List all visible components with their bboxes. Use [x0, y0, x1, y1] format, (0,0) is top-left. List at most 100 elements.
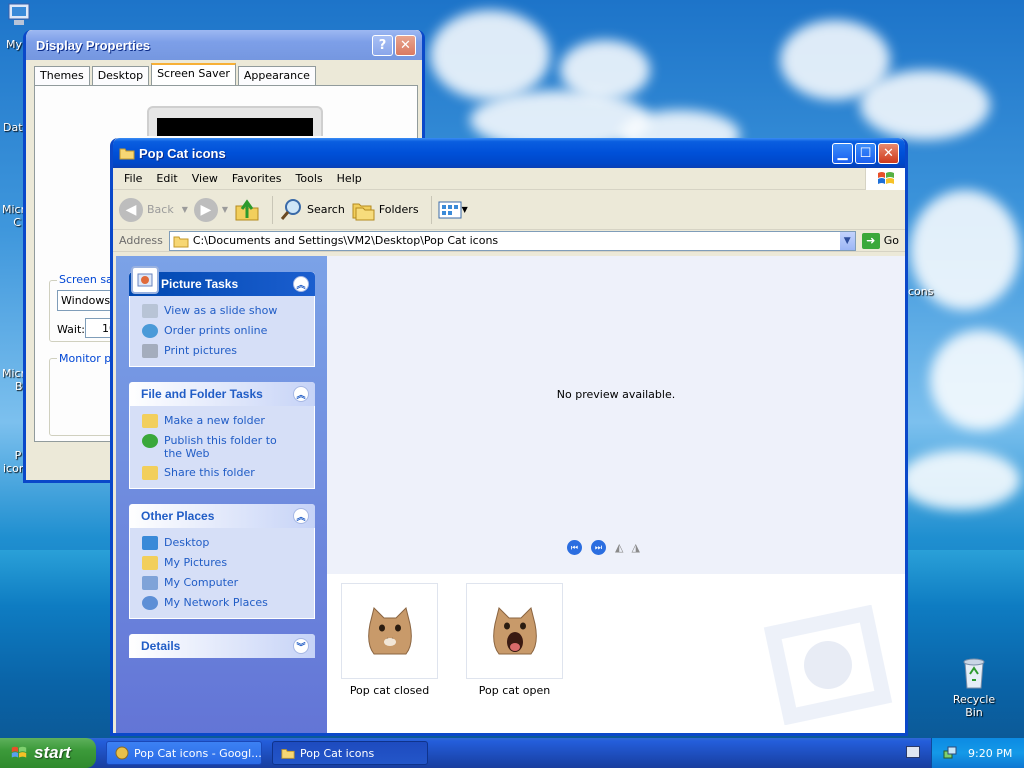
- task-make-new-folder[interactable]: Make a new folder: [142, 414, 306, 428]
- cloud: [930, 330, 1024, 430]
- task-share-folder[interactable]: Share this folder: [142, 466, 306, 480]
- collapse-icon[interactable]: ︽: [293, 386, 309, 402]
- search-button[interactable]: Search: [279, 198, 345, 222]
- screen-saver-select[interactable]: Windows X: [57, 290, 117, 311]
- search-icon: [280, 198, 302, 220]
- views-icon: [438, 201, 462, 218]
- desktop-icon: [142, 536, 158, 550]
- address-input[interactable]: C:\Documents and Settings\VM2\Desktop\Po…: [168, 230, 856, 251]
- picture-tasks-icon: [131, 266, 159, 294]
- desktop-icon-label: cons: [908, 285, 934, 298]
- menu-edit[interactable]: Edit: [149, 172, 184, 185]
- details-title: Details: [141, 639, 181, 653]
- printer-icon: [142, 344, 158, 358]
- desktop-icon-label: Micr B: [2, 367, 26, 393]
- help-button[interactable]: ?: [372, 34, 393, 56]
- close-button[interactable]: ✕: [395, 34, 416, 56]
- clock[interactable]: 9:20 PM: [968, 747, 1012, 760]
- forward-button[interactable]: ▶ ▼: [193, 197, 228, 222]
- thumbnail-list: Pop cat closed Pop cat open: [341, 583, 591, 697]
- menu-view[interactable]: View: [185, 172, 225, 185]
- menu-bar: File Edit View Favorites Tools Help: [113, 168, 905, 190]
- picture-tasks-header[interactable]: Picture Tasks ︽: [129, 266, 315, 296]
- tab-desktop[interactable]: Desktop: [91, 66, 150, 85]
- tab-themes[interactable]: Themes: [34, 66, 90, 85]
- display-properties-titlebar[interactable]: Display Properties ? ✕: [26, 30, 422, 60]
- other-places-header[interactable]: Other Places ︽: [129, 504, 315, 528]
- file-name: Pop cat open: [478, 684, 551, 697]
- go-arrow-icon: ➜: [861, 232, 880, 249]
- place-my-pictures[interactable]: My Pictures: [142, 556, 306, 570]
- cloud: [560, 40, 650, 100]
- menu-tools[interactable]: Tools: [289, 172, 330, 185]
- order-prints-icon: [142, 324, 158, 338]
- tab-appearance[interactable]: Appearance: [237, 66, 316, 85]
- file-item[interactable]: Pop cat closed: [341, 583, 438, 697]
- back-button[interactable]: ◀ Back ▼: [119, 197, 188, 222]
- file-folder-tasks-body: Make a new folder Publish this folder to…: [129, 406, 315, 489]
- task-slide-show[interactable]: View as a slide show: [142, 304, 306, 318]
- task-label: Print pictures: [164, 344, 237, 357]
- folder-up-icon: [235, 198, 259, 220]
- folders-button[interactable]: Folders: [351, 199, 419, 221]
- details-header[interactable]: Details ︾: [129, 634, 315, 658]
- place-my-computer[interactable]: My Computer: [142, 576, 306, 590]
- collapse-icon[interactable]: ︽: [293, 508, 309, 524]
- recycle-bin-icon: [963, 658, 985, 689]
- desktop-icon-recycle-bin[interactable]: Recycle Bin: [944, 656, 1004, 719]
- explorer-titlebar[interactable]: Pop Cat icons ▁ ☐ ✕: [113, 138, 905, 168]
- views-button[interactable]: ▼: [438, 200, 468, 220]
- tab-screen-saver[interactable]: Screen Saver: [151, 63, 236, 85]
- start-button[interactable]: start: [0, 738, 96, 768]
- desktop-icon-my-computer[interactable]: [4, 2, 34, 31]
- network-icon[interactable]: [942, 745, 958, 761]
- cloud: [430, 10, 550, 100]
- file-folder-tasks-panel: File and Folder Tasks ︽ Make a new folde…: [129, 382, 315, 489]
- no-preview-text: No preview available.: [556, 388, 676, 401]
- taskbar-button-explorer[interactable]: Pop Cat icons: [272, 741, 428, 765]
- desktop-icon-label: My: [6, 38, 23, 51]
- taskbar-button-chrome[interactable]: Pop Cat icons - Googl...: [106, 741, 262, 765]
- collapse-icon[interactable]: ︽: [293, 276, 309, 292]
- taskbar-button-label: Pop Cat icons: [300, 746, 375, 760]
- file-item[interactable]: Pop cat open: [466, 583, 563, 697]
- place-label: My Pictures: [164, 556, 228, 569]
- up-folder-button[interactable]: [234, 198, 260, 222]
- next-image-icon[interactable]: ⏭: [591, 540, 606, 555]
- task-label: Share this folder: [164, 466, 255, 479]
- menu-file[interactable]: File: [117, 172, 149, 185]
- forward-arrow-icon: ▶: [193, 197, 218, 222]
- keyboard-icon[interactable]: [906, 746, 920, 758]
- place-my-network[interactable]: My Network Places: [142, 596, 306, 610]
- place-label: Desktop: [164, 536, 210, 549]
- file-folder-tasks-header[interactable]: File and Folder Tasks ︽: [129, 382, 315, 406]
- close-button[interactable]: ✕: [878, 142, 899, 164]
- expand-icon[interactable]: ︾: [293, 638, 309, 654]
- monitor-power-group: [49, 358, 119, 436]
- task-print-pictures[interactable]: Print pictures: [142, 344, 306, 358]
- computer-icon: [8, 3, 30, 25]
- folder-icon: [173, 236, 189, 247]
- main-pane: No preview available. ⏮ ⏭ ◭ ◮ Pop cat cl…: [327, 256, 905, 733]
- address-dropdown-icon[interactable]: ▼: [838, 231, 855, 250]
- task-order-prints[interactable]: Order prints online: [142, 324, 306, 338]
- previous-image-icon[interactable]: ⏮: [567, 540, 582, 555]
- cloud: [860, 70, 990, 140]
- my-computer-icon: [142, 576, 158, 590]
- place-desktop[interactable]: Desktop: [142, 536, 306, 550]
- minimize-button[interactable]: ▁: [832, 142, 853, 164]
- go-button[interactable]: ➜ Go: [856, 232, 905, 249]
- menu-favorites[interactable]: Favorites: [225, 172, 289, 185]
- menu-help[interactable]: Help: [330, 172, 369, 185]
- rotate-clockwise-icon[interactable]: ◭: [615, 541, 623, 554]
- rotate-counterclockwise-icon[interactable]: ◮: [631, 541, 639, 554]
- window-title: Pop Cat icons: [139, 145, 226, 161]
- maximize-button[interactable]: ☐: [855, 142, 876, 164]
- task-publish-folder[interactable]: Publish this folder to the Web: [142, 434, 306, 460]
- recycle-bin-label: Recycle Bin: [952, 693, 996, 719]
- address-value: C:\Documents and Settings\VM2\Desktop\Po…: [192, 234, 499, 247]
- desktop-icon-label: Dat: [3, 121, 23, 134]
- other-places-body: Desktop My Pictures My Computer My Netwo…: [129, 528, 315, 619]
- picture-tasks-body: View as a slide show Order prints online…: [129, 296, 315, 367]
- task-pane: Picture Tasks ︽ View as a slide show Ord…: [116, 256, 327, 733]
